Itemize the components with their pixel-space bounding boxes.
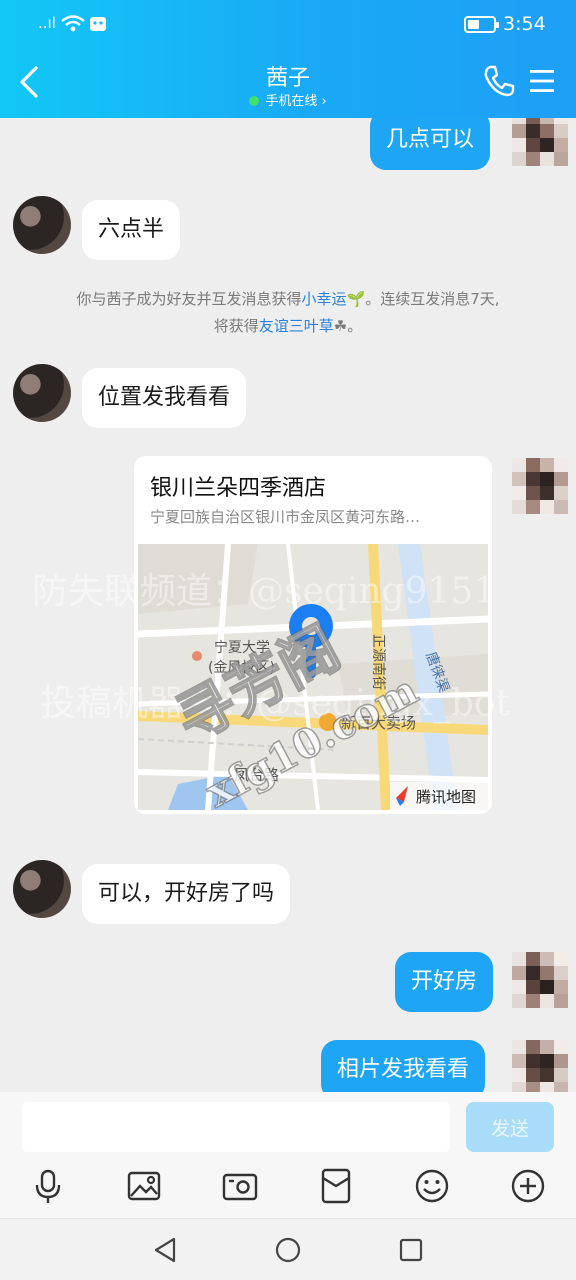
message-bubble-outgoing[interactable]: 相片发我看看	[321, 1040, 486, 1092]
clock: 3:54	[503, 13, 546, 35]
presence-status[interactable]: 手机在线 ›	[188, 90, 388, 109]
recents-square-icon[interactable]	[396, 1235, 426, 1265]
microphone-icon[interactable]	[28, 1166, 68, 1206]
contact-avatar[interactable]	[13, 196, 71, 254]
my-avatar[interactable]	[512, 952, 570, 1010]
map-label-mall: 新百大卖场	[341, 714, 416, 732]
map-label-university: 宁夏大学	[214, 639, 270, 656]
clover-link[interactable]: 友谊三叶草	[259, 317, 334, 335]
signal-icon: ..ıl	[38, 14, 56, 32]
chat-area[interactable]: 几点可以 六点半 你与茜子成为好友并互发消息获得小幸运🌱。连续互发消息7天, 将…	[0, 118, 576, 1092]
presence-label: 手机在线 ›	[265, 94, 327, 109]
send-button[interactable]: 发送	[466, 1102, 554, 1152]
back-arrow-icon[interactable]	[14, 62, 50, 102]
message-bubble-incoming[interactable]: 位置发我看看	[82, 368, 247, 428]
contact-avatar[interactable]	[13, 860, 71, 918]
notice-text: 🌱。连续互发消息7天,	[346, 290, 500, 308]
red-packet-icon[interactable]	[316, 1166, 356, 1206]
location-address: 宁夏回族自治区银川市金凤区黄河东路…	[150, 508, 421, 526]
home-circle-icon[interactable]	[273, 1235, 303, 1265]
map-brand: 腾讯地图	[416, 788, 476, 806]
my-avatar[interactable]	[512, 458, 570, 516]
notice-text: ☘。	[333, 317, 363, 335]
camera-icon[interactable]	[220, 1166, 260, 1206]
location-name: 银川兰朵四季酒店	[150, 476, 327, 501]
emoji-icon[interactable]	[412, 1166, 452, 1206]
my-avatar[interactable]	[512, 1040, 570, 1092]
map-image: 新百大卖场 宁夏大学 (金凤校区) 凤台路 正源南街 唐徕渠 腾讯地图	[138, 544, 488, 810]
map-label-road: 凤台路	[234, 766, 279, 784]
message-input[interactable]	[22, 1102, 450, 1152]
wifi-icon	[61, 15, 85, 32]
status-bar: ..ıl 3:54	[0, 0, 576, 50]
battery-icon	[464, 16, 499, 33]
system-navigation-bar	[0, 1218, 576, 1280]
message-bubble-incoming[interactable]: 可以，开好房了吗	[82, 864, 291, 924]
plus-icon[interactable]	[508, 1166, 548, 1206]
map-label-campus: (金凤校区)	[208, 659, 275, 676]
map-preview[interactable]: 新百大卖场 宁夏大学 (金凤校区) 凤台路 正源南街 唐徕渠 腾讯地图	[138, 544, 488, 810]
title-bar: ..ıl 3:54 茜子 手机在线 ›	[0, 0, 576, 118]
my-avatar[interactable]	[512, 118, 570, 168]
message-bubble-outgoing[interactable]: 几点可以	[370, 118, 491, 170]
friendship-notice: 你与茜子成为好友并互发消息获得小幸运🌱。连续互发消息7天, 将获得友谊三叶草☘。	[20, 286, 556, 340]
composer: 发送	[0, 1092, 576, 1218]
contact-name[interactable]: 茜子	[188, 60, 388, 92]
notice-text: 将获得	[213, 317, 259, 335]
location-card[interactable]: 银川兰朵四季酒店 宁夏回族自治区银川市金凤区黄河东路… 新百大卖场 宁夏大学 (…	[134, 456, 492, 814]
phone-call-icon[interactable]	[482, 64, 516, 98]
back-triangle-icon[interactable]	[150, 1235, 180, 1265]
contact-avatar[interactable]	[13, 364, 71, 422]
app-notification-icon	[90, 17, 106, 31]
map-label-street: 正源南街	[370, 634, 386, 690]
little-luck-link[interactable]: 小幸运	[302, 290, 347, 308]
message-bubble-outgoing[interactable]: 开好房	[395, 952, 494, 1012]
menu-icon[interactable]	[528, 66, 556, 96]
online-dot-icon	[249, 96, 260, 106]
image-icon[interactable]	[124, 1166, 164, 1206]
notice-text: 你与茜子成为好友并互发消息获得	[76, 290, 302, 308]
message-bubble-incoming[interactable]: 六点半	[82, 200, 181, 260]
